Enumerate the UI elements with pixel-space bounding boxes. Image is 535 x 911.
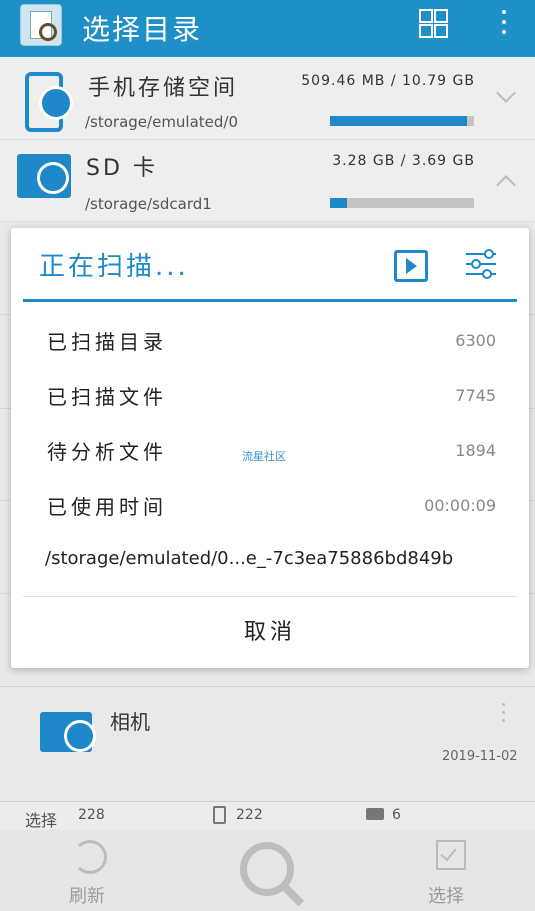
more-options-icon[interactable] [494,6,514,40]
stat-label-pending-files: 待分析文件 [47,440,167,464]
cancel-button[interactable]: 取消 [11,598,529,668]
storage-item-sdcard[interactable]: SD 卡 3.28 GB / 3.69 GB /storage/sdcard1 [0,140,535,222]
refresh-label: 刷新 [69,886,105,907]
sd-count: 6 [392,807,401,823]
folder-name: 相机 [110,710,150,734]
checkbox-icon [436,840,466,870]
phone-count: 222 [236,807,263,823]
phone-small-icon [213,806,226,824]
chevron-up-icon[interactable] [496,175,516,195]
selection-counts: 选择 228 222 6 [0,801,535,831]
bottom-nav: 刷新 选择 [0,830,535,911]
current-scan-path: /storage/emulated/0...e_-7c3ea75886bd849… [45,548,454,569]
storage-usage-bar [330,116,474,126]
stat-value-scanned-files: 7745 [455,386,496,405]
storage-path: /storage/sdcard1 [85,195,212,213]
stat-value-scanned-dirs: 6300 [455,331,496,350]
storage-path: /storage/emulated/0 [85,113,239,131]
stat-value-elapsed-time: 00:00:09 [424,496,496,515]
storage-name: SD 卡 [86,156,158,181]
folder-check-icon [40,712,96,752]
search-handle [280,882,305,907]
watermark-text: 流星社区 [242,450,286,463]
storage-usage-bar [330,198,474,208]
chevron-down-icon[interactable] [496,83,516,103]
dialog-title-underline [23,299,517,302]
dialog-divider [23,596,517,597]
select-label: 选择 [428,886,464,907]
stat-value-pending-files: 1894 [455,441,496,460]
phone-storage-icon [25,72,73,132]
folder-more-icon[interactable] [500,703,508,725]
stat-label-scanned-files: 已扫描文件 [47,385,167,409]
sd-small-icon [366,808,384,820]
select-count-label: 选择 [25,811,58,830]
stat-label-scanned-dirs: 已扫描目录 [47,330,167,354]
app-logo-icon [20,4,62,46]
page-title: 选择目录 [82,13,203,46]
dialog-title: 正在扫描... [39,252,189,282]
storage-item-internal[interactable]: 手机存储空间 509.46 MB / 10.79 GB /storage/emu… [0,58,535,140]
selected-count: 228 [78,807,105,823]
app-bar: 选择目录 [0,0,535,57]
play-icon[interactable] [394,250,428,282]
storage-size: 509.46 MB / 10.79 GB [301,73,475,89]
scanning-dialog: 正在扫描... 已扫描目录 6300 已扫描文件 7745 待分析文件 流星社区… [11,228,529,668]
folder-date: 2019-11-02 [442,749,518,764]
stat-label-elapsed-time: 已使用时间 [47,495,167,519]
settings-sliders-icon[interactable] [466,248,496,280]
sd-card-icon [17,154,71,198]
storage-size: 3.28 GB / 3.69 GB [332,153,475,169]
list-divider [0,686,535,687]
refresh-icon [73,840,107,874]
storage-name: 手机存储空间 [88,76,239,101]
grid-view-icon[interactable] [419,9,448,38]
